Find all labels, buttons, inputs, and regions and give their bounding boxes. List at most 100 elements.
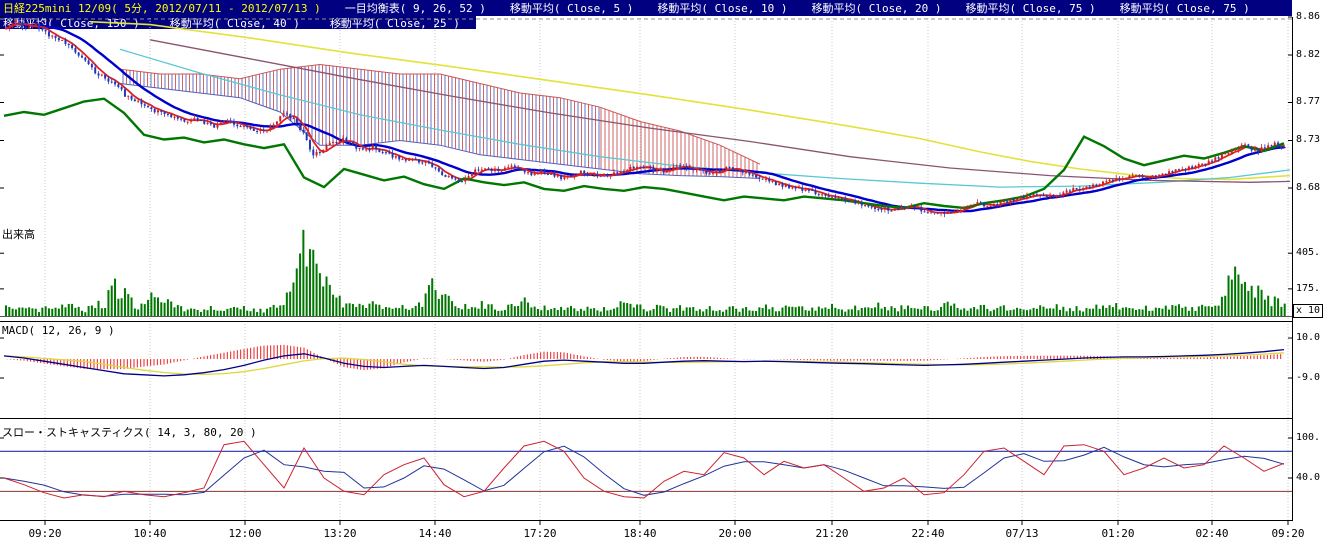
candle-body [243, 126, 245, 127]
x-axis-label: 01:20 [1101, 527, 1134, 540]
volume-bar [877, 303, 879, 316]
volume-bar [1016, 308, 1018, 316]
volume-bar [851, 309, 853, 316]
candle-body [973, 205, 975, 206]
volume-bar [223, 311, 225, 316]
volume-bar [1009, 310, 1011, 316]
volume-bar [854, 306, 856, 316]
candle-body [448, 176, 450, 177]
candle-body [699, 169, 701, 170]
candle-body [1277, 143, 1279, 147]
volume-bar [332, 295, 334, 316]
candle-body [296, 119, 298, 123]
volume-bar [557, 310, 559, 316]
volume-bar [183, 311, 185, 316]
candle-body [537, 173, 539, 174]
volume-bar [101, 308, 103, 316]
candle-body [1009, 199, 1011, 203]
candle-body [259, 130, 261, 131]
candle-body [395, 156, 397, 158]
volume-bar [732, 306, 734, 316]
volume-bar [1076, 306, 1078, 316]
volume-bar [61, 305, 63, 316]
candle-body [1016, 199, 1018, 201]
candle-body [438, 168, 440, 171]
candle-body [943, 212, 945, 214]
candle-body [68, 44, 70, 45]
volume-bar [164, 303, 166, 316]
x-axis-label: 14:40 [418, 527, 451, 540]
candle-body [887, 208, 889, 211]
candle-body [643, 167, 645, 168]
candle-body [94, 67, 96, 73]
candle-body [874, 207, 876, 209]
volume-bar [841, 310, 843, 316]
candle-body [180, 119, 182, 120]
candle-body [1234, 150, 1236, 151]
volume-bar [689, 307, 691, 316]
volume-bar [316, 264, 318, 316]
volume-bar [190, 308, 192, 316]
candle-body [742, 170, 744, 172]
volume-bar [1280, 307, 1282, 316]
candle-body [910, 206, 912, 208]
candle-body [1161, 174, 1163, 175]
macd-panel-label: MACD( 12, 26, 9 ) [2, 324, 115, 337]
volume-bar [699, 309, 701, 316]
volume-bar [1257, 286, 1259, 316]
volume-bar [775, 311, 777, 316]
volume-bar [907, 306, 909, 316]
volume-bar [286, 293, 288, 316]
candle-body [253, 129, 255, 131]
volume-bar [240, 309, 242, 316]
volume-bar [1208, 306, 1210, 316]
volume-multiplier-badge[interactable]: x 10 [1293, 304, 1323, 318]
candle-body [692, 169, 694, 170]
candle-body [362, 148, 364, 150]
candle-body [1142, 176, 1144, 177]
price-axis-tick: 8.77 [1296, 96, 1320, 107]
candle-body [246, 126, 248, 128]
candle-body [795, 187, 797, 188]
candle-body [451, 176, 453, 178]
candle-body [696, 169, 698, 170]
candle-body [854, 200, 856, 203]
x-axis-label: 09:20 [28, 527, 61, 540]
candle-body [649, 167, 651, 168]
candle-body [22, 22, 24, 28]
volume-bar [1069, 308, 1071, 316]
volume-bar [438, 299, 440, 316]
volume-bar [1274, 297, 1276, 316]
volume-bar [1089, 309, 1091, 316]
candle-body [781, 184, 783, 187]
candle-body [629, 167, 631, 170]
volume-bar [848, 309, 850, 316]
candle-body [64, 40, 66, 44]
candle-body [920, 207, 922, 211]
candle-body [1181, 169, 1183, 170]
volume-bar [289, 292, 291, 316]
volume-bar [544, 306, 546, 316]
candle-body [748, 172, 750, 174]
candle-body [1194, 166, 1196, 168]
volume-bar [1155, 308, 1157, 316]
volume-bar [230, 308, 232, 316]
volume-bar [752, 311, 754, 316]
candle-body [1228, 153, 1230, 154]
volume-bar [174, 307, 176, 316]
candle-body [940, 212, 942, 213]
candle-body [1208, 161, 1210, 165]
volume-bar [137, 309, 139, 316]
candle-body [798, 188, 800, 189]
candle-body [1019, 198, 1021, 199]
volume-bar [679, 305, 681, 316]
chart-canvas[interactable]: 09:2010:4012:0013:2014:4017:2018:4020:00… [0, 0, 1323, 549]
volume-bar [560, 307, 562, 316]
candle-body [207, 123, 209, 124]
candle-body [1118, 178, 1120, 179]
volume-bar [18, 307, 20, 316]
candle-body [1257, 149, 1259, 152]
volume-bar [362, 305, 364, 316]
volume-bar [246, 311, 248, 316]
candle-body [1168, 171, 1170, 174]
